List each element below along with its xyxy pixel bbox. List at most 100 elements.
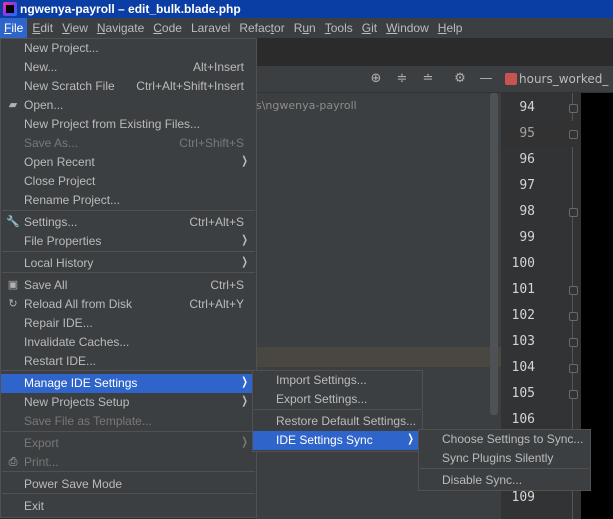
highlighted-tree-row[interactable] (256, 347, 501, 367)
menu-item-label: Export Settings... (276, 392, 368, 406)
fold-marker-icon[interactable] (569, 208, 578, 217)
menu-mnemonic: G (361, 21, 372, 35)
menu-item-exit[interactable]: Exit (1, 497, 256, 516)
menu-item-save-all[interactable]: ▣ Save All Ctrl+S (1, 276, 256, 295)
menu-item-label: Choose Settings to Sync... (442, 432, 584, 446)
menu-item-file-properties[interactable]: File Properties ❯ (1, 232, 256, 251)
menu-navigate[interactable]: Navigate (93, 18, 148, 38)
blade-file-icon (505, 73, 517, 85)
menu-label-part: n (309, 21, 316, 35)
menu-item-manage-ide-settings[interactable]: Manage IDE Settings ❯ (1, 374, 256, 393)
fold-marker-icon[interactable] (569, 286, 578, 295)
menu-item-settings[interactable]: 🔧 Settings... Ctrl+Alt+S (1, 213, 256, 232)
menu-item-new-project-from-existing-files[interactable]: New Project from Existing Files... (1, 115, 256, 134)
menu-item-save-file-as-template[interactable]: Save File as Template... (1, 412, 256, 431)
menu-bar: File Edit View Navigate Code Laravel Refactor R… (0, 18, 613, 38)
menu-item-save-as[interactable]: Save As... Ctrl+Shift+S (1, 134, 256, 153)
editor-tab[interactable]: hours_worked_ (519, 72, 608, 86)
gutter-line[interactable]: 96 (501, 147, 581, 173)
menu-item-sync-plugins-silently[interactable]: Sync Plugins Silently (419, 449, 590, 468)
gear-icon[interactable]: ⚙ (453, 72, 467, 86)
print-icon: ⎙ (8, 456, 18, 468)
project-path: s\ngwenya-payroll (256, 99, 357, 112)
menu-label-part: ode (161, 21, 182, 35)
menu-label-part: dit (40, 21, 54, 35)
gutter-line[interactable]: 97 (501, 173, 581, 199)
menu-edit[interactable]: Edit (28, 18, 57, 38)
menu-tools[interactable]: Tools (321, 18, 357, 38)
line-number: 104 (511, 360, 535, 375)
menu-item-disable-sync[interactable]: Disable Sync... (419, 471, 590, 490)
project-scrollbar[interactable] (490, 93, 498, 415)
expand-all-icon[interactable]: ≑ (395, 72, 409, 86)
locate-crosshair-icon[interactable]: ⊕ (369, 72, 383, 86)
gutter-line[interactable]: 98 (501, 199, 581, 225)
menu-item-label: Manage IDE Settings (24, 376, 138, 390)
gutter-line[interactable]: 103 (501, 329, 581, 355)
menu-file[interactable]: File (0, 18, 28, 38)
menu-item-repair-ide[interactable]: Repair IDE... (1, 314, 256, 333)
fold-marker-icon[interactable] (569, 364, 578, 373)
fold-marker-icon[interactable] (569, 104, 578, 113)
menu-separator (2, 431, 255, 432)
menu-code[interactable]: Code (149, 18, 186, 38)
menu-item-new[interactable]: New... Alt+Insert (1, 58, 256, 77)
menu-label-part: iew (69, 21, 88, 35)
menu-item-open-recent[interactable]: Open Recent ❯ (1, 153, 256, 172)
line-number: 101 (511, 282, 535, 297)
menu-git[interactable]: Git (358, 18, 381, 38)
menu-item-close-project[interactable]: Close Project (1, 172, 256, 191)
menu-item-rename-project[interactable]: Rename Project... (1, 191, 256, 210)
menu-separator (2, 210, 255, 211)
menu-laravel[interactable]: Laravel (187, 18, 234, 38)
menu-item-label: Export (24, 436, 59, 450)
fold-marker-icon[interactable] (569, 338, 578, 347)
fold-marker-icon[interactable] (569, 390, 578, 399)
menu-item-label: Open... (24, 98, 64, 112)
hide-panel-icon[interactable]: — (479, 72, 493, 86)
menu-item-reload-all-from-disk[interactable]: ↻ Reload All from Disk Ctrl+Alt+Y (1, 295, 256, 314)
menu-item-export[interactable]: Export ❯ (1, 434, 256, 453)
line-number: 95 (519, 126, 535, 141)
menu-view[interactable]: View (58, 18, 92, 38)
line-number: 94 (519, 100, 535, 115)
gutter-line[interactable]: 104 (501, 355, 581, 381)
gutter-line[interactable]: 100 (501, 251, 581, 277)
menu-item-restore-default-settings[interactable]: Restore Default Settings... (253, 412, 422, 431)
menu-item-import-settings[interactable]: Import Settings... (253, 371, 422, 390)
menu-mnemonic: W (386, 21, 398, 35)
gutter-line[interactable]: 102 (501, 303, 581, 329)
menu-item-label: Save File as Template... (24, 414, 152, 428)
gutter-line[interactable]: 105 (501, 381, 581, 407)
menu-label-part: Refac (239, 21, 271, 35)
menu-run[interactable]: Run (290, 18, 320, 38)
manage-ide-settings-submenu: Import Settings... Export Settings... Rest… (252, 370, 423, 452)
fold-marker-icon[interactable] (569, 130, 578, 139)
menu-help[interactable]: Help (434, 18, 467, 38)
menu-mnemonic: V (62, 21, 70, 35)
menu-item-open[interactable]: ▰ Open... (1, 96, 256, 115)
menu-item-print[interactable]: ⎙ Print... (1, 453, 256, 472)
collapse-all-icon[interactable]: ≐ (421, 72, 435, 86)
menu-refactor[interactable]: Refactor (235, 18, 288, 38)
gutter-line[interactable]: 101 (501, 277, 581, 303)
menu-item-new-projects-setup[interactable]: New Projects Setup ❯ (1, 393, 256, 412)
menu-item-local-history[interactable]: Local History ❯ (1, 254, 256, 273)
shortcut-label: Alt+Insert (192, 60, 244, 74)
gutter-line[interactable]: 95 (501, 121, 581, 147)
menu-item-label: Save All (24, 278, 68, 292)
menu-item-new-scratch-file[interactable]: New Scratch File Ctrl+Alt+Shift+Insert (1, 77, 256, 96)
menu-item-restart-ide[interactable]: Restart IDE... (1, 352, 256, 371)
menu-item-ide-settings-sync[interactable]: IDE Settings Sync ❯ (253, 431, 422, 450)
gutter-line[interactable]: 94 (501, 95, 581, 121)
gutter-line[interactable]: 99 (501, 225, 581, 251)
menu-item-choose-settings-to-sync[interactable]: Choose Settings to Sync... (419, 430, 590, 449)
menu-item-export-settings[interactable]: Export Settings... (253, 390, 422, 409)
menu-item-invalidate-caches[interactable]: Invalidate Caches... (1, 333, 256, 352)
fold-marker-icon[interactable] (569, 312, 578, 321)
menu-item-power-save-mode[interactable]: Power Save Mode (1, 475, 256, 494)
menu-window[interactable]: Window (382, 18, 433, 38)
window-title: ngwenya-payroll – edit_bulk.blade.php (20, 2, 241, 16)
menu-item-new-project[interactable]: New Project... (1, 39, 256, 58)
ide-settings-sync-submenu: Choose Settings to Sync... Sync Plugins S… (418, 429, 591, 491)
